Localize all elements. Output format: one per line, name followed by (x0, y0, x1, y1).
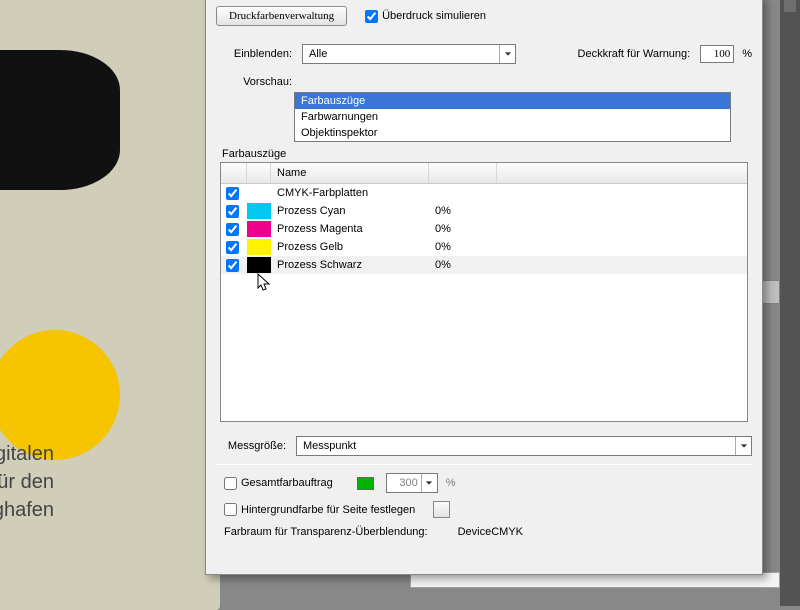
separation-visibility-checkbox[interactable] (226, 205, 239, 218)
page-bg-label: Hintergrundfarbe für Seite festlegen (241, 504, 415, 516)
document-background: s s digitalen für den ter Flughafen (0, 0, 220, 610)
col-pct[interactable] (429, 163, 497, 183)
doc-text: s digitalen für den ter Flughafen (0, 440, 54, 524)
table-row[interactable]: Prozess Schwarz0% (221, 256, 747, 274)
chevron-down-icon (735, 437, 751, 455)
separation-visibility-checkbox[interactable] (226, 187, 239, 200)
simulate-overprint-label: Überdruck simulieren (382, 10, 486, 22)
show-combo-value: Alle (309, 48, 499, 60)
separation-coverage: 0% (429, 241, 497, 253)
tac-pct: % (446, 477, 456, 489)
show-label: Einblenden: (216, 48, 292, 60)
separation-coverage: 0% (429, 205, 497, 217)
show-combo[interactable]: Alle (302, 44, 516, 64)
preview-listbox[interactable]: FarbauszügeFarbwarnungenObjektinspektor (294, 92, 731, 142)
chevron-down-icon (421, 474, 437, 492)
total-area-coverage-label: Gesamtfarbauftrag (241, 477, 333, 489)
separation-name: Prozess Cyan (271, 205, 429, 217)
tac-color-swatch[interactable] (357, 477, 374, 490)
preview-option[interactable]: Objektinspektor (295, 125, 730, 141)
separation-visibility-checkbox[interactable] (226, 223, 239, 236)
table-row[interactable]: Prozess Magenta0% (221, 220, 747, 238)
ink-manager-button[interactable]: Druckfarbenverwaltung (216, 6, 347, 26)
col-check[interactable] (221, 163, 247, 183)
table-row[interactable]: Prozess Cyan0% (221, 202, 747, 220)
separation-name: Prozess Gelb (271, 241, 429, 253)
panel-menu-icon[interactable] (784, 0, 796, 12)
preview-option[interactable]: Farbauszüge (295, 93, 730, 109)
sample-size-combo[interactable]: Messpunkt (296, 436, 752, 456)
page-bg-checkbox[interactable] (224, 503, 237, 516)
mouse-cursor-icon (257, 273, 271, 293)
col-name[interactable]: Name (271, 163, 429, 183)
separation-color-swatch (247, 203, 271, 219)
separations-table: Name CMYK-FarbplattenProzess Cyan0%Proze… (220, 162, 748, 422)
tac-value: 300 (393, 477, 421, 489)
sample-size-label: Messgröße: (216, 440, 286, 452)
separation-visibility-checkbox[interactable] (226, 241, 239, 254)
separations-group-title: Farbauszüge (222, 148, 762, 160)
blend-space-value: DeviceCMYK (458, 526, 523, 538)
separation-coverage: 0% (429, 223, 497, 235)
sample-size-value: Messpunkt (303, 440, 735, 452)
dark-shape (0, 50, 120, 190)
blend-space-label: Farbraum für Transparenz-Überblendung: (224, 526, 428, 538)
separation-visibility-checkbox[interactable] (226, 259, 239, 272)
chevron-down-icon (499, 45, 515, 63)
opacity-label: Deckkraft für Warnung: (578, 48, 691, 60)
separation-coverage: 0% (429, 259, 497, 271)
simulate-overprint-checkbox[interactable] (365, 10, 378, 23)
separation-name: Prozess Schwarz (271, 259, 429, 271)
table-row[interactable]: CMYK-Farbplatten (221, 184, 747, 202)
col-swatch[interactable] (247, 163, 271, 183)
total-area-coverage-checkbox[interactable] (224, 477, 237, 490)
output-preview-panel: Druckfarbenverwaltung Überdruck simulier… (205, 0, 763, 575)
preview-label: Vorschau: (216, 76, 292, 88)
separation-name: Prozess Magenta (271, 223, 429, 235)
preview-option[interactable]: Farbwarnungen (295, 109, 730, 125)
separation-name: CMYK-Farbplatten (271, 187, 429, 199)
separation-color-swatch (247, 221, 271, 237)
separation-color-swatch (247, 185, 271, 201)
separation-color-swatch (247, 239, 271, 255)
page-bg-swatch-button[interactable] (433, 501, 450, 518)
app-right-panel (780, 0, 800, 606)
scrollbar-right[interactable] (760, 280, 780, 304)
separation-color-swatch (247, 257, 271, 273)
opacity-pct: % (742, 48, 752, 60)
opacity-input[interactable] (700, 45, 734, 63)
col-rest[interactable] (497, 163, 747, 183)
table-row[interactable]: Prozess Gelb0% (221, 238, 747, 256)
tac-value-combo[interactable]: 300 (386, 473, 438, 493)
